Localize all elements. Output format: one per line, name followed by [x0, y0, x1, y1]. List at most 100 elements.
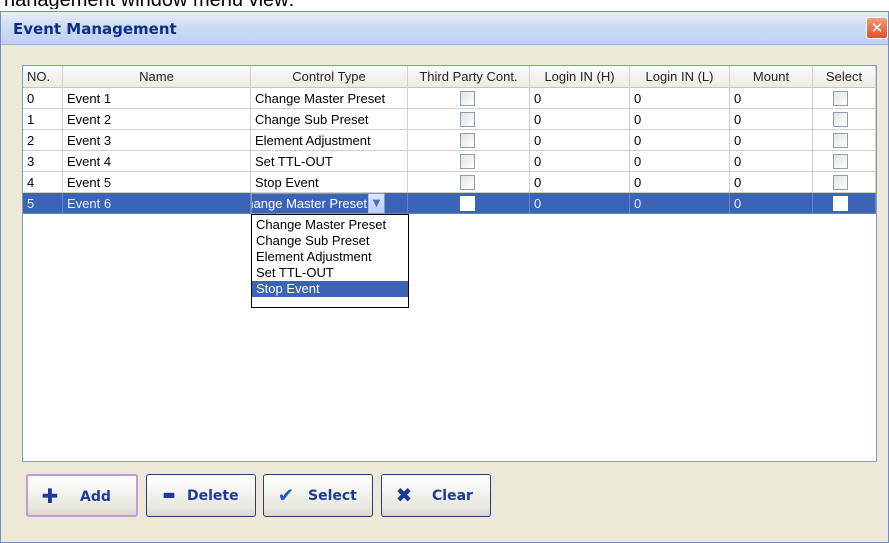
cell-name[interactable]: Event 6	[63, 193, 251, 214]
cell-mount[interactable]: 0	[730, 130, 813, 151]
select-checkbox[interactable]	[833, 91, 848, 106]
add-button-label: Add	[80, 489, 111, 505]
cell-login-h[interactable]: 0	[530, 88, 630, 109]
control-type-combobox[interactable]: Change Master Preset ▼	[251, 193, 385, 214]
cell-control-type[interactable]: Change Master Preset	[251, 88, 408, 109]
delete-button[interactable]: ▬ Delete	[146, 474, 256, 517]
third-party-checkbox[interactable]	[460, 112, 475, 127]
third-party-checkbox[interactable]	[460, 91, 475, 106]
cell-no: 5	[23, 193, 63, 214]
select-checkbox[interactable]	[833, 175, 848, 190]
third-party-checkbox[interactable]	[460, 154, 475, 169]
cell-no: 1	[23, 109, 63, 130]
dropdown-option-highlighted[interactable]: Stop Event	[252, 281, 408, 297]
event-management-window: Event Management ✕ NO. Name Control Type…	[0, 11, 889, 543]
cell-select	[813, 109, 876, 130]
cell-name[interactable]: Event 3	[63, 130, 251, 151]
third-party-checkbox[interactable]	[460, 175, 475, 190]
delete-button-label: Delete	[187, 488, 239, 504]
select-checkbox[interactable]	[833, 154, 848, 169]
cell-name[interactable]: Event 4	[63, 151, 251, 172]
cell-third-party	[408, 88, 530, 109]
table-row[interactable]: 1 Event 2 Change Sub Preset 0 0 0	[23, 109, 876, 130]
third-party-checkbox[interactable]	[460, 133, 475, 148]
dropdown-option[interactable]: Element Adjustment	[252, 249, 408, 265]
cell-select	[813, 172, 876, 193]
cell-login-l[interactable]: 0	[630, 130, 730, 151]
close-button[interactable]: ✕	[866, 17, 888, 39]
cell-mount[interactable]: 0	[730, 172, 813, 193]
cell-control-type[interactable]: Element Adjustment	[251, 130, 408, 151]
cell-login-l[interactable]: 0	[630, 193, 730, 214]
cell-select	[813, 193, 876, 214]
header-login-l[interactable]: Login IN (L)	[630, 66, 730, 88]
table-row[interactable]: 2 Event 3 Element Adjustment 0 0 0	[23, 130, 876, 151]
table-row[interactable]: 4 Event 5 Stop Event 0 0 0	[23, 172, 876, 193]
header-select[interactable]: Select	[813, 66, 876, 88]
cell-control-type[interactable]: Stop Event	[251, 172, 408, 193]
window-title: Event Management	[13, 20, 177, 38]
cell-no: 4	[23, 172, 63, 193]
checkmark-icon: ✔	[277, 483, 295, 507]
add-button[interactable]: ✚ Add	[26, 474, 138, 517]
cell-third-party	[408, 193, 530, 214]
cell-login-h[interactable]: 0	[530, 109, 630, 130]
select-checkbox[interactable]	[833, 196, 848, 211]
combobox-value: Change Master Preset	[252, 194, 368, 213]
cell-name[interactable]: Event 5	[63, 172, 251, 193]
x-icon: ✖	[395, 483, 413, 507]
cell-mount[interactable]: 0	[730, 151, 813, 172]
minus-icon: ▬	[162, 487, 176, 503]
cell-login-h[interactable]: 0	[530, 193, 630, 214]
header-third-party[interactable]: Third Party Cont.	[408, 66, 530, 88]
table-row[interactable]: 0 Event 1 Change Master Preset 0 0 0	[23, 88, 876, 109]
cell-login-l[interactable]: 0	[630, 109, 730, 130]
cell-login-h[interactable]: 0	[530, 130, 630, 151]
cell-no: 0	[23, 88, 63, 109]
cell-name[interactable]: Event 1	[63, 88, 251, 109]
third-party-checkbox[interactable]	[460, 196, 475, 211]
header-mount[interactable]: Mount	[730, 66, 813, 88]
chevron-down-icon[interactable]: ▼	[368, 194, 384, 213]
dropdown-option[interactable]: Set TTL-OUT	[252, 265, 408, 281]
cell-no: 3	[23, 151, 63, 172]
header-login-h[interactable]: Login IN (H)	[530, 66, 630, 88]
event-grid: NO. Name Control Type Third Party Cont. …	[22, 65, 877, 462]
document-caption: nanagement window menu view:	[0, 0, 889, 9]
close-icon: ✕	[870, 19, 884, 37]
grid-header: NO. Name Control Type Third Party Cont. …	[23, 66, 876, 88]
cell-name[interactable]: Event 2	[63, 109, 251, 130]
cell-select	[813, 130, 876, 151]
header-no[interactable]: NO.	[23, 66, 63, 88]
dropdown-option[interactable]: Change Master Preset	[252, 217, 408, 233]
cell-control-type[interactable]: Set TTL-OUT	[251, 151, 408, 172]
control-type-dropdown: Change Master Preset Change Sub Preset E…	[251, 214, 409, 308]
cell-select	[813, 88, 876, 109]
cell-login-h[interactable]: 0	[530, 172, 630, 193]
cell-third-party	[408, 151, 530, 172]
table-row[interactable]: 3 Event 4 Set TTL-OUT 0 0 0	[23, 151, 876, 172]
clear-button[interactable]: ✖ Clear	[381, 474, 491, 517]
cell-select	[813, 151, 876, 172]
select-button[interactable]: ✔ Select	[263, 474, 373, 517]
cell-mount[interactable]: 0	[730, 109, 813, 130]
table-row-selected[interactable]: 5 Event 6 0 0 0 Change Master Preset ▼	[23, 193, 876, 214]
select-button-label: Select	[308, 488, 357, 504]
cell-mount[interactable]: 0	[730, 88, 813, 109]
cell-third-party	[408, 130, 530, 151]
dropdown-option[interactable]: Change Sub Preset	[252, 233, 408, 249]
header-name[interactable]: Name	[63, 66, 251, 88]
cell-mount[interactable]: 0	[730, 193, 813, 214]
cell-third-party	[408, 109, 530, 130]
select-checkbox[interactable]	[833, 133, 848, 148]
cell-login-h[interactable]: 0	[530, 151, 630, 172]
cell-login-l[interactable]: 0	[630, 172, 730, 193]
cell-third-party	[408, 172, 530, 193]
cell-no: 2	[23, 130, 63, 151]
cell-login-l[interactable]: 0	[630, 88, 730, 109]
cell-login-l[interactable]: 0	[630, 151, 730, 172]
title-bar[interactable]: Event Management ✕	[1, 12, 888, 45]
cell-control-type[interactable]: Change Sub Preset	[251, 109, 408, 130]
header-control-type[interactable]: Control Type	[251, 66, 408, 88]
select-checkbox[interactable]	[833, 112, 848, 127]
